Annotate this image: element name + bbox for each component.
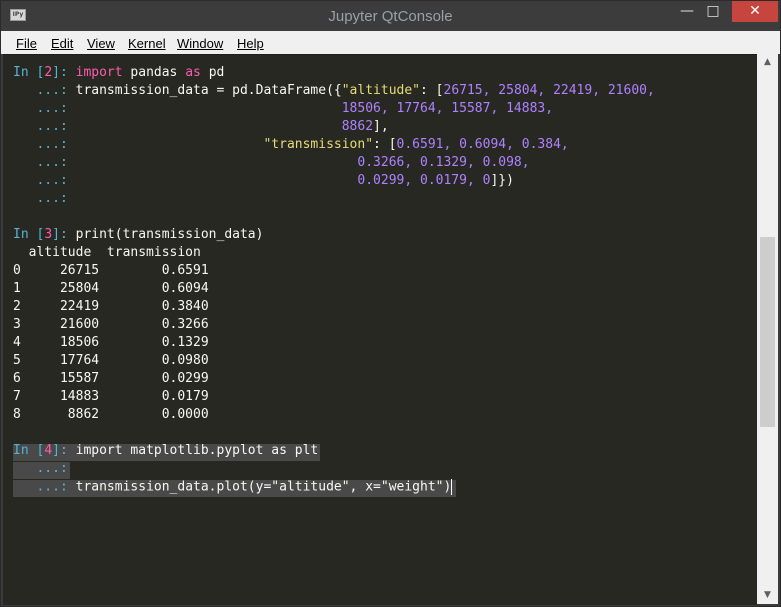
cell-4-line-1[interactable]: In [4]: import matplotlib.pyplot as plt <box>13 443 318 461</box>
output-header: altitude transmission <box>13 245 201 260</box>
cell-3-input: In [3]: print(transmission_data) <box>13 227 263 245</box>
in-prompt: In [ <box>13 443 45 458</box>
in-prompt-close: ]: <box>52 227 68 242</box>
cell-4-line-3[interactable]: ...: transmission_data.plot(y="altitude"… <box>13 479 453 497</box>
in-prompt-close: ]: <box>52 65 68 80</box>
scroll-up-arrow-icon[interactable]: ▲ <box>757 54 778 71</box>
code-text: import matplotlib.pyplot as plt <box>75 443 319 458</box>
window-title: Jupyter QtConsole <box>328 8 453 25</box>
cell-2-line-2: ...: transmission_data = pd.DataFrame({"… <box>13 83 655 101</box>
keyword: as <box>185 65 201 80</box>
cell-2-line-4: ...: 8862], <box>13 119 389 137</box>
string-literal: "altitude" <box>341 83 421 98</box>
continuation-prompt: ...: <box>36 461 68 476</box>
code-text: : [ <box>420 83 444 98</box>
output-row: 1 25804 0.6094 <box>13 281 209 296</box>
cell-4-line-2[interactable]: ...: <box>13 461 68 479</box>
cell-2-line-6: ...: 0.3266, 0.1329, 0.098, <box>13 155 530 173</box>
code-text: : [ <box>373 137 397 152</box>
continuation-prompt: ...: <box>36 155 68 170</box>
output-row: 6 15587 0.0299 <box>13 371 209 386</box>
output-row: 2 22419 0.3840 <box>13 299 209 314</box>
output-row: 8 8862 0.0000 <box>13 407 209 422</box>
number-literals: 0.6591, 0.6094, 0.384, <box>396 137 569 152</box>
cell-2-line-3: ...: 18506, 17764, 15587, 14883, <box>13 101 553 119</box>
number-literals: 0.0299, 0.0179, 0 <box>357 173 491 188</box>
menu-help[interactable]: Help <box>237 36 264 51</box>
cell-2-line-7: ...: 0.0299, 0.0179, 0]}) <box>13 173 514 191</box>
qtconsole-window: IPy Jupyter QtConsole — □ ✕ File Edit Vi… <box>0 0 781 607</box>
code-text: pandas <box>122 65 186 80</box>
close-button[interactable]: ✕ <box>732 1 778 22</box>
keyword: import <box>75 65 123 80</box>
continuation-prompt: ...: <box>36 83 68 98</box>
text-cursor <box>451 479 453 495</box>
scrollbar-thumb[interactable] <box>760 237 775 427</box>
prompt-number: 3 <box>44 227 53 242</box>
continuation-prompt: ...: <box>36 191 68 206</box>
code-text: print(transmission_data) <box>75 227 264 242</box>
menu-edit[interactable]: Edit <box>51 36 73 51</box>
number-literals: 26715, 25804, 22419, 21600, <box>443 83 655 98</box>
output-row: 7 14883 0.0179 <box>13 389 209 404</box>
cell-2-line-1: In [2]: import pandas as pd <box>13 65 224 83</box>
continuation-prompt: ...: <box>36 101 68 116</box>
output-row: 0 26715 0.6591 <box>13 263 209 278</box>
number-literal: 8862 <box>341 119 374 134</box>
code-text: ], <box>373 119 389 134</box>
scroll-down-arrow-icon[interactable]: ▼ <box>757 587 778 604</box>
cell-2-line-5: ...: "transmission": [0.6591, 0.6094, 0.… <box>13 137 569 155</box>
menu-kernel[interactable]: Kernel <box>128 36 166 51</box>
continuation-prompt: ...: <box>36 479 68 495</box>
continuation-prompt: ...: <box>36 137 68 152</box>
number-literals: 18506, 17764, 15587, 14883, <box>341 101 554 116</box>
output-row: 3 21600 0.3266 <box>13 317 209 332</box>
cell-2-line-8: ...: <box>13 191 68 209</box>
maximize-button[interactable]: □ <box>700 1 726 22</box>
string-literal: "transmission" <box>263 137 374 152</box>
in-prompt: In [ <box>13 227 45 242</box>
in-prompt: In [ <box>13 65 45 80</box>
minimize-button[interactable]: — <box>674 1 700 22</box>
prompt-number: 2 <box>44 65 53 80</box>
prompt-number: 4 <box>44 443 53 458</box>
code-text: transmission_data = pd.DataFrame({ <box>67 83 342 98</box>
number-literals: 0.3266, 0.1329, 0.098, <box>357 155 530 170</box>
menu-window[interactable]: Window <box>177 36 223 51</box>
code-text: pd <box>200 65 225 80</box>
menu-bar: File Edit View Kernel Window Help <box>1 31 780 54</box>
code-text: ]}) <box>490 173 514 188</box>
in-prompt-close: ]: <box>52 443 68 458</box>
menu-file[interactable]: File <box>16 36 37 51</box>
title-bar[interactable]: IPy Jupyter QtConsole — □ ✕ <box>1 1 780 31</box>
output-row: 4 18506 0.1329 <box>13 335 209 350</box>
menu-view[interactable]: View <box>87 36 115 51</box>
console-area[interactable]: In [2]: import pandas as pd ...: transmi… <box>3 54 757 605</box>
continuation-prompt: ...: <box>36 119 68 134</box>
continuation-prompt: ...: <box>36 173 68 188</box>
output-row: 5 17764 0.0980 <box>13 353 209 368</box>
vertical-scrollbar[interactable]: ▲ ▼ <box>757 54 778 604</box>
code-text: transmission_data.plot(y="altitude", x="… <box>75 479 452 495</box>
